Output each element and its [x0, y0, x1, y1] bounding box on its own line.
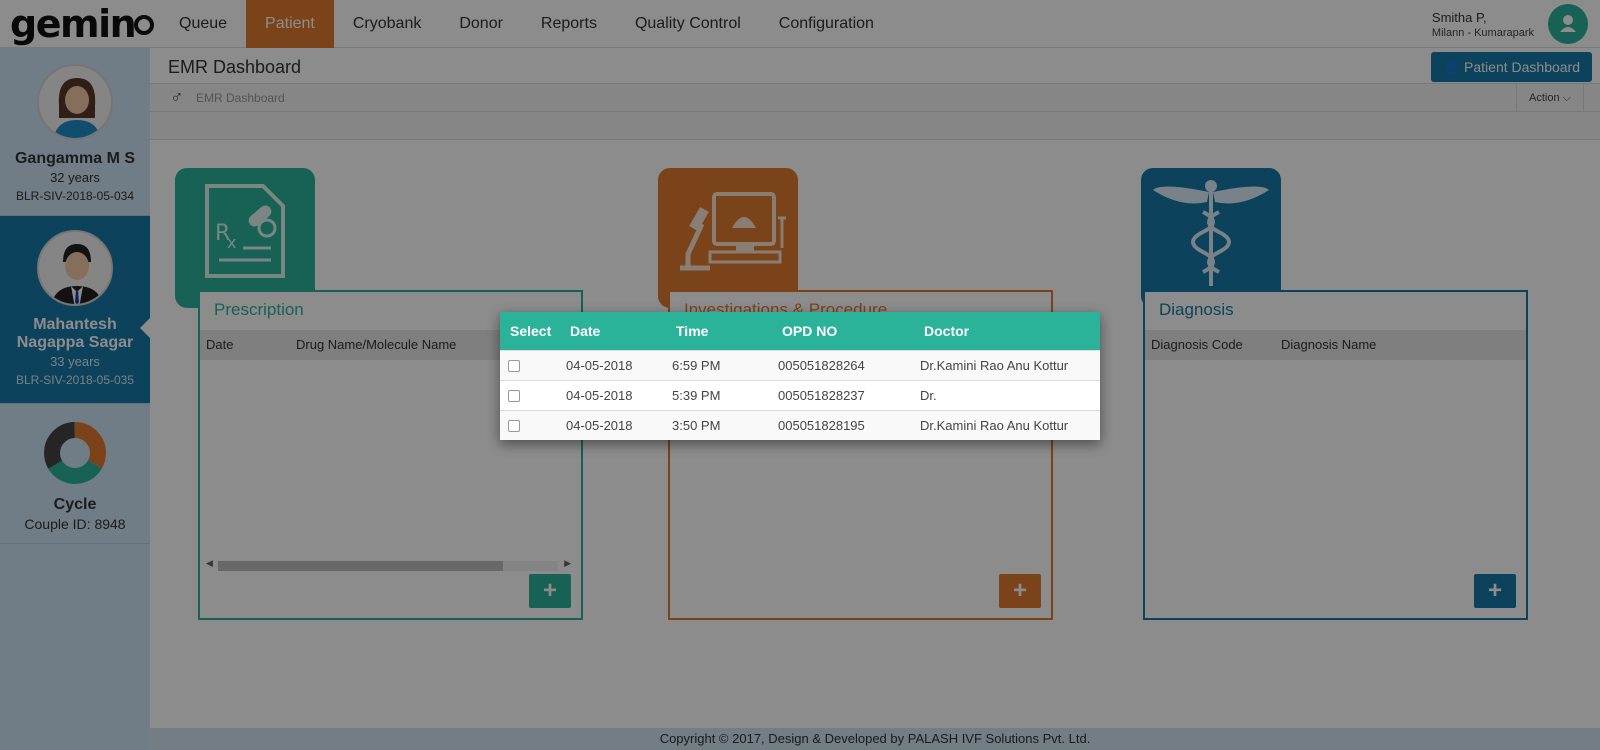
- row-doctor: Dr.Kamini Rao Anu Kottur: [920, 349, 1100, 380]
- table-row[interactable]: 04-05-2018 6:59 PM 005051828264 Dr.Kamin…: [500, 349, 1100, 380]
- visit-table-header: Select Date Time OPD NO Doctor: [500, 312, 1100, 350]
- visit-select-popup: Select Date Time OPD NO Doctor 04-05-201…: [500, 312, 1100, 440]
- row-doctor: Dr.: [920, 379, 1100, 410]
- row-time: 5:39 PM: [672, 379, 778, 410]
- th-opd-no: OPD NO: [778, 312, 920, 350]
- row-select-checkbox[interactable]: [508, 420, 520, 433]
- th-doctor: Doctor: [920, 312, 1100, 350]
- row-time: 6:59 PM: [672, 349, 778, 380]
- row-doctor: Dr.Kamini Rao Anu Kottur: [920, 409, 1100, 440]
- table-row[interactable]: 04-05-2018 3:50 PM 005051828195 Dr.Kamin…: [500, 409, 1100, 440]
- row-time: 3:50 PM: [672, 409, 778, 440]
- row-date: 04-05-2018: [566, 409, 672, 440]
- table-row[interactable]: 04-05-2018 5:39 PM 005051828237 Dr.: [500, 379, 1100, 410]
- row-date: 04-05-2018: [566, 379, 672, 410]
- row-select-checkbox[interactable]: [508, 390, 520, 403]
- th-date: Date: [566, 312, 672, 350]
- visit-table: Select Date Time OPD NO Doctor 04-05-201…: [500, 312, 1100, 440]
- row-opd: 005051828237: [778, 379, 920, 410]
- row-opd: 005051828195: [778, 409, 920, 440]
- th-time: Time: [672, 312, 778, 350]
- th-select: Select: [500, 312, 566, 350]
- row-opd: 005051828264: [778, 349, 920, 380]
- row-date: 04-05-2018: [566, 349, 672, 380]
- row-select-checkbox[interactable]: [508, 360, 520, 373]
